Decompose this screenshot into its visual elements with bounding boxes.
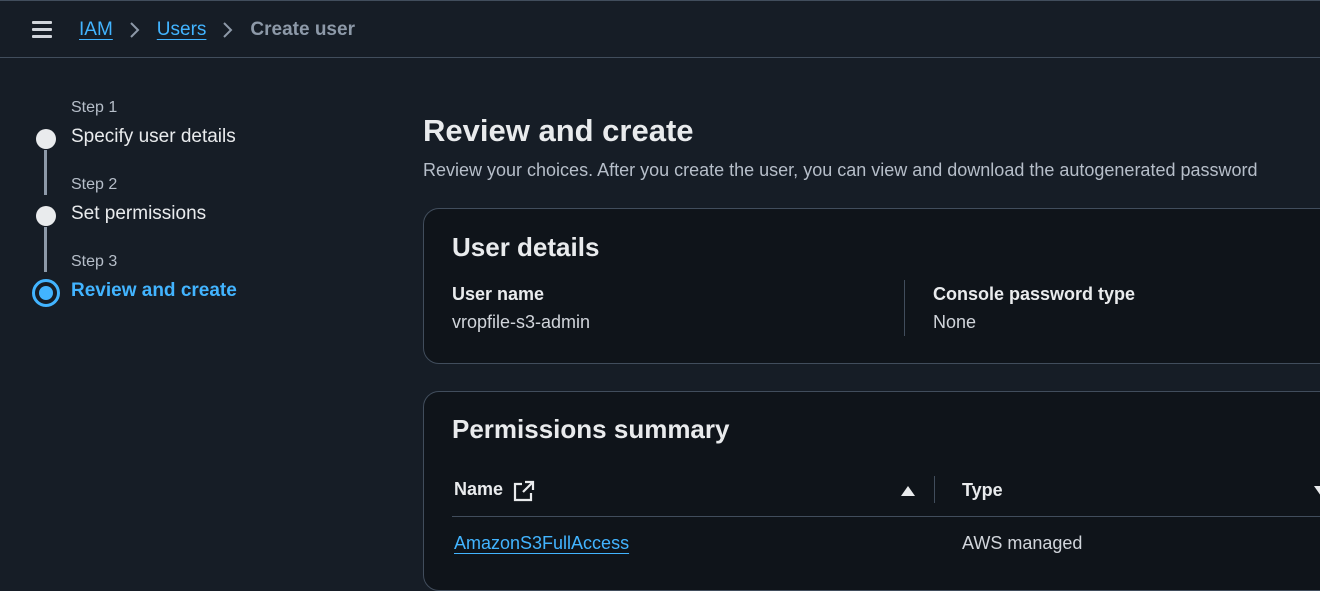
sort-descending-icon[interactable]: [1313, 484, 1320, 503]
top-navigation-bar: IAM Users Create user: [0, 0, 1320, 58]
breadcrumb-users[interactable]: Users: [157, 18, 207, 42]
column-header-name[interactable]: Name: [454, 479, 503, 500]
chevron-right-icon: [113, 18, 157, 42]
user-name-value: vropfile-s3-admin: [452, 312, 591, 332]
chevron-right-icon: [206, 18, 250, 42]
permissions-summary-title: Permissions summary: [452, 414, 730, 444]
sort-ascending-icon[interactable]: [900, 484, 916, 503]
column-header-type[interactable]: Type: [962, 480, 1003, 501]
policy-name-link[interactable]: AmazonS3FullAccess: [454, 533, 629, 554]
user-name-label: User name: [452, 284, 545, 304]
wizard-stepper: Step 1 Specify user details Step 2 Set p…: [0, 60, 380, 360]
policy-type: AWS managed: [962, 533, 1083, 553]
breadcrumb: IAM Users Create user: [79, 18, 355, 42]
step-3-title: Review and create: [71, 280, 237, 301]
step-1-indicator: [36, 129, 56, 149]
page-description: Review your choices. After you create th…: [423, 160, 1258, 180]
step-2-title[interactable]: Set permissions: [71, 203, 206, 225]
external-link-icon: [513, 480, 535, 507]
user-details-title: User details: [452, 232, 600, 262]
breadcrumb-iam[interactable]: IAM: [79, 18, 113, 42]
step-3-indicator-active: [32, 279, 60, 307]
step-connector: [44, 150, 47, 195]
user-details-panel: User details User name vropfile-s3-admin…: [423, 208, 1320, 364]
step-connector: [44, 227, 47, 272]
step-3-number: Step 3: [71, 253, 118, 270]
password-type-value: None: [933, 312, 977, 332]
column-divider: [904, 280, 905, 336]
password-type-label: Console password type: [933, 284, 1136, 304]
column-resizer[interactable]: [934, 476, 935, 503]
step-2-indicator: [36, 206, 56, 226]
step-1-number: Step 1: [71, 99, 118, 116]
step-2-number: Step 2: [71, 176, 118, 193]
page-title: Review and create: [423, 113, 694, 148]
table-header-divider: [452, 516, 1320, 517]
step-1-title[interactable]: Specify user details: [71, 126, 236, 148]
permissions-summary-panel: Permissions summary Name Type AmazonS3Fu…: [423, 391, 1320, 591]
hamburger-menu-icon[interactable]: [32, 21, 52, 39]
breadcrumb-current: Create user: [250, 19, 355, 40]
